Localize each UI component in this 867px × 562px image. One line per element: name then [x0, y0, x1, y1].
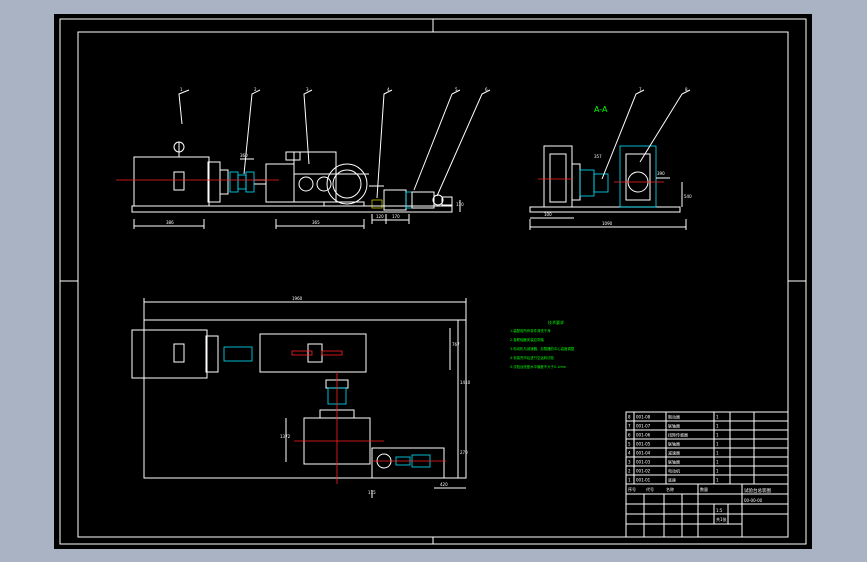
- leader-1: [178, 89, 190, 125]
- top-reducer: [259, 333, 367, 373]
- tb-drawing-name: 试验台总装图: [744, 487, 771, 494]
- tb-row-code: 001-07: [636, 424, 651, 429]
- top-motor: [131, 329, 208, 379]
- tb-row-qty: 1: [716, 451, 719, 456]
- tb-row-index: 1: [628, 478, 631, 483]
- tb-row-name: 减速器: [668, 450, 680, 456]
- top-brake-assembly: [371, 447, 445, 479]
- tb-row-name: 扭矩传感器: [668, 432, 688, 438]
- top-coupling-1: [223, 346, 253, 362]
- dim-front-2: 365: [312, 220, 320, 225]
- motor-box: [173, 171, 185, 191]
- side-base: [529, 206, 681, 213]
- dim-side-1: 357: [594, 154, 602, 159]
- tb-header-no: 序号: [628, 486, 636, 492]
- tb-row-index: 8: [628, 415, 631, 420]
- tb-row-code: 001-06: [636, 433, 651, 438]
- side-coupling: [579, 169, 595, 197]
- front-view: 386 360 365 120 170 110 1 2 3 4 5 6: [116, 87, 491, 229]
- dim-side-4: 540: [684, 194, 692, 199]
- section-label: A-A: [594, 105, 608, 114]
- top-base-plate: [143, 319, 467, 479]
- tb-row-index: 3: [628, 460, 631, 465]
- tb-row-name: 制动器: [668, 414, 680, 420]
- motor-body: [133, 156, 210, 207]
- dim-front-4: 170: [392, 214, 400, 219]
- tb-row-code: 001-03: [636, 460, 651, 465]
- leader-3: [303, 89, 313, 165]
- drawing-sheet: 386 360 365 120 170 110 1 2 3 4 5 6 A-A: [59, 18, 807, 545]
- tech-note-1: 1.装配前所有零件清洗干净: [510, 328, 551, 333]
- tb-row-name: 电动机: [668, 468, 680, 474]
- tb-row-code: 001-08: [636, 415, 651, 420]
- dim-top-3: 420: [440, 482, 448, 487]
- tech-notes-title: 技术要求: [548, 319, 564, 325]
- dim-front-3: 120: [376, 214, 384, 219]
- tb-row-qty: 1: [716, 460, 719, 465]
- dim-top-4: 1372: [280, 434, 291, 439]
- dim-side-2: 390: [657, 171, 665, 176]
- tb-row-code: 001-01: [636, 478, 651, 483]
- tb-row-code: 001-04: [636, 451, 651, 456]
- leader-6: [436, 89, 491, 197]
- cad-drawing-viewport[interactable]: 386 360 365 120 170 110 1 2 3 4 5 6 A-A: [54, 14, 812, 549]
- tb-row-index: 6: [628, 433, 631, 438]
- dim-front-5: 110: [456, 202, 464, 207]
- tb-header-name: 名称: [666, 486, 674, 492]
- tb-row-code: 001-02: [636, 469, 651, 474]
- side-view-a-a: A-A 100 357 390 1090 540 7 8: [529, 87, 692, 230]
- tb-row-index: 5: [628, 442, 631, 447]
- tb-row-qty: 1: [716, 433, 719, 438]
- title-block: 8 001-08 制动器 1 7 001-07 联轴器 1 6 001-06 扭矩传感器 1 5 001-…: [625, 411, 789, 538]
- tb-row-index: 2: [628, 469, 631, 474]
- tech-note-3: 3.电动机与减速器、加载器的中心高度调整: [510, 346, 575, 351]
- tb-row-index: 7: [628, 424, 631, 429]
- leader-7: [601, 89, 645, 180]
- tech-note-2: 2.各联轴器安装应同轴: [510, 337, 544, 342]
- front-base: [131, 205, 453, 213]
- tb-row-index: 4: [628, 451, 631, 456]
- tb-row-name: 联轴器: [668, 441, 680, 447]
- tb-header-code: 代号: [646, 486, 654, 492]
- tb-row-qty: 1: [716, 424, 719, 429]
- tb-row-qty: 1: [716, 415, 719, 420]
- side-brake-frame: [619, 145, 657, 208]
- dim-side-3: 1090: [602, 221, 613, 226]
- leader-5: [413, 89, 461, 191]
- tb-row-name: 联轴器: [668, 423, 680, 429]
- leader-8: [639, 89, 691, 163]
- dim-top-1: 767: [452, 342, 460, 347]
- tb-row-code: 001-05: [636, 442, 651, 447]
- dim-front-0: 386: [166, 220, 174, 225]
- tb-row-qty: 1: [716, 469, 719, 474]
- reducer-front-box: [265, 163, 295, 203]
- dim-side-0: 100: [544, 212, 552, 217]
- tech-note-4: 4.安装完毕后进行空运转试验: [510, 355, 555, 360]
- dim-top-2: 1410: [460, 380, 471, 385]
- tb-scale: 1:5: [716, 508, 723, 513]
- coupling-1: [229, 171, 239, 193]
- tb-row-qty: 1: [716, 442, 719, 447]
- torque-sensor: [383, 189, 407, 211]
- dim-top-6: 115: [368, 490, 376, 495]
- tb-row-name: 联轴器: [668, 459, 680, 465]
- tb-drawing-no: 00-00-00: [744, 498, 763, 503]
- dim-top-0: 1960: [292, 296, 303, 301]
- leader-label-1: 1: [180, 87, 183, 92]
- dim-top-5: 270: [460, 450, 468, 455]
- tb-row-qty: 1: [716, 478, 719, 483]
- leader-2: [243, 89, 261, 175]
- side-reducer: [543, 145, 573, 208]
- tech-note-5: 5.试验台底座水平偏差不大于0.1mm: [510, 364, 567, 369]
- tb-header-qty: 数量: [700, 486, 708, 492]
- tb-sheet: 共1张: [716, 516, 727, 522]
- top-view: 1960 767 1410 420 1372 270 115: [131, 296, 471, 498]
- dim-front-1: 360: [240, 153, 248, 158]
- motor-flange: [207, 161, 221, 203]
- outer-frame: [59, 18, 807, 545]
- technical-notes: 技术要求 1.装配前所有零件清洗干净 2.各联轴器安装应同轴 3.电动机与减速器…: [510, 319, 575, 369]
- tb-row-name: 底座: [668, 477, 676, 483]
- leader-4: [376, 89, 393, 199]
